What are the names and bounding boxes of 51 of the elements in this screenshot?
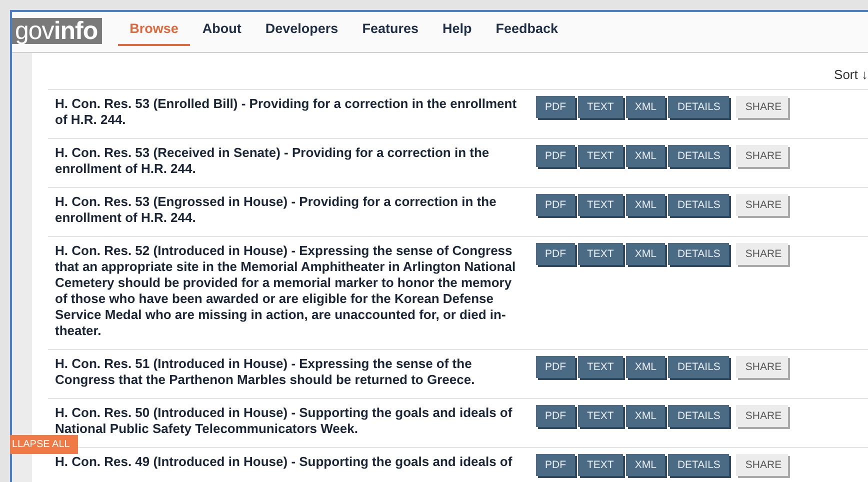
share-button[interactable]: SHARE	[736, 356, 788, 378]
share-button[interactable]: SHARE	[736, 243, 788, 265]
nav-tab[interactable]: Help	[430, 12, 484, 46]
document-format-button[interactable]: DETAILS	[668, 405, 730, 427]
document-format-button[interactable]: PDF	[536, 145, 575, 167]
nav-tab[interactable]: Developers	[253, 12, 350, 46]
document-format-button[interactable]: TEXT	[578, 145, 623, 167]
document-format-button[interactable]: XML	[626, 454, 666, 476]
nav-tab[interactable]: Features	[350, 12, 430, 46]
document-format-button[interactable]: TEXT	[578, 454, 623, 476]
document-format-button[interactable]: TEXT	[578, 356, 623, 378]
document-format-button[interactable]: DETAILS	[668, 145, 730, 167]
document-format-button[interactable]: XML	[626, 356, 666, 378]
share-button[interactable]: SHARE	[736, 405, 788, 427]
result-title[interactable]: H. Con. Res. 52 (Introduced in House) - Expressing the sense of Congress that an appropriate site in the Memorial Amphitheater in Arlington National Cemetery should be provided for a memorial marker to honor the memory of those who have been awarded or are eligible for the Korean Defense Service Medal who are missing in action, are unaccounted for, or died in-theater.	[55, 243, 523, 339]
document-format-button[interactable]: TEXT	[578, 194, 623, 216]
document-format-button[interactable]: PDF	[536, 405, 575, 427]
document-format-button[interactable]: PDF	[536, 243, 575, 265]
share-button[interactable]: SHARE	[736, 145, 788, 167]
document-format-button[interactable]: DETAILS	[668, 356, 730, 378]
share-button[interactable]: SHARE	[736, 454, 788, 476]
document-format-button[interactable]: XML	[626, 145, 666, 167]
document-format-button[interactable]: XML	[626, 194, 666, 216]
document-format-button[interactable]: PDF	[536, 454, 575, 476]
result-title[interactable]: H. Con. Res. 53 (Engrossed in House) - Providing for a correction in the enrollment of H.R. 244.	[55, 194, 523, 226]
document-format-button[interactable]: XML	[626, 96, 666, 118]
document-format-button[interactable]: PDF	[536, 194, 575, 216]
share-button[interactable]: SHARE	[736, 96, 788, 118]
result-title[interactable]: H. Con. Res. 49 (Introduced in House) - Supporting the goals and ideals of	[55, 454, 523, 476]
share-button[interactable]: SHARE	[736, 194, 788, 216]
document-format-button[interactable]: TEXT	[578, 243, 623, 265]
nav-tab[interactable]: About	[190, 12, 254, 46]
result-title[interactable]: H. Con. Res. 53 (Received in Senate) - Providing for a correction in the enrollment of H.R. 244.	[55, 145, 523, 177]
document-format-button[interactable]: TEXT	[578, 96, 623, 118]
document-format-button[interactable]: TEXT	[578, 405, 623, 427]
govinfo-logo[interactable]: govinfo	[12, 18, 102, 44]
document-format-button[interactable]: XML	[626, 243, 666, 265]
nav-tab[interactable]: Feedback	[484, 12, 570, 46]
result-title[interactable]: H. Con. Res. 51 (Introduced in House) - Expressing the sense of the Congress that the Parthenon Marbles should be returned to Greece.	[55, 356, 523, 388]
document-format-button[interactable]: PDF	[536, 356, 575, 378]
document-format-button[interactable]: DETAILS	[668, 194, 730, 216]
document-format-button[interactable]: PDF	[536, 96, 575, 118]
result-title[interactable]: H. Con. Res. 50 (Introduced in House) - Supporting the goals and ideals of National Public Safety Telecommunicators Week.	[55, 405, 523, 437]
document-format-button[interactable]: XML	[626, 405, 666, 427]
collapse-all-button[interactable]: LLAPSE ALL	[10, 435, 78, 454]
document-format-button[interactable]: DETAILS	[668, 243, 730, 265]
result-title[interactable]: H. Con. Res. 53 (Enrolled Bill) - Providing for a correction in the enrollment of H.R. 244.	[55, 96, 523, 128]
nav-tab[interactable]: Browse	[118, 12, 190, 46]
document-format-button[interactable]: DETAILS	[668, 96, 730, 118]
sort-control[interactable]: Sort ↓	[834, 67, 868, 89]
document-format-button[interactable]: DETAILS	[668, 454, 730, 476]
